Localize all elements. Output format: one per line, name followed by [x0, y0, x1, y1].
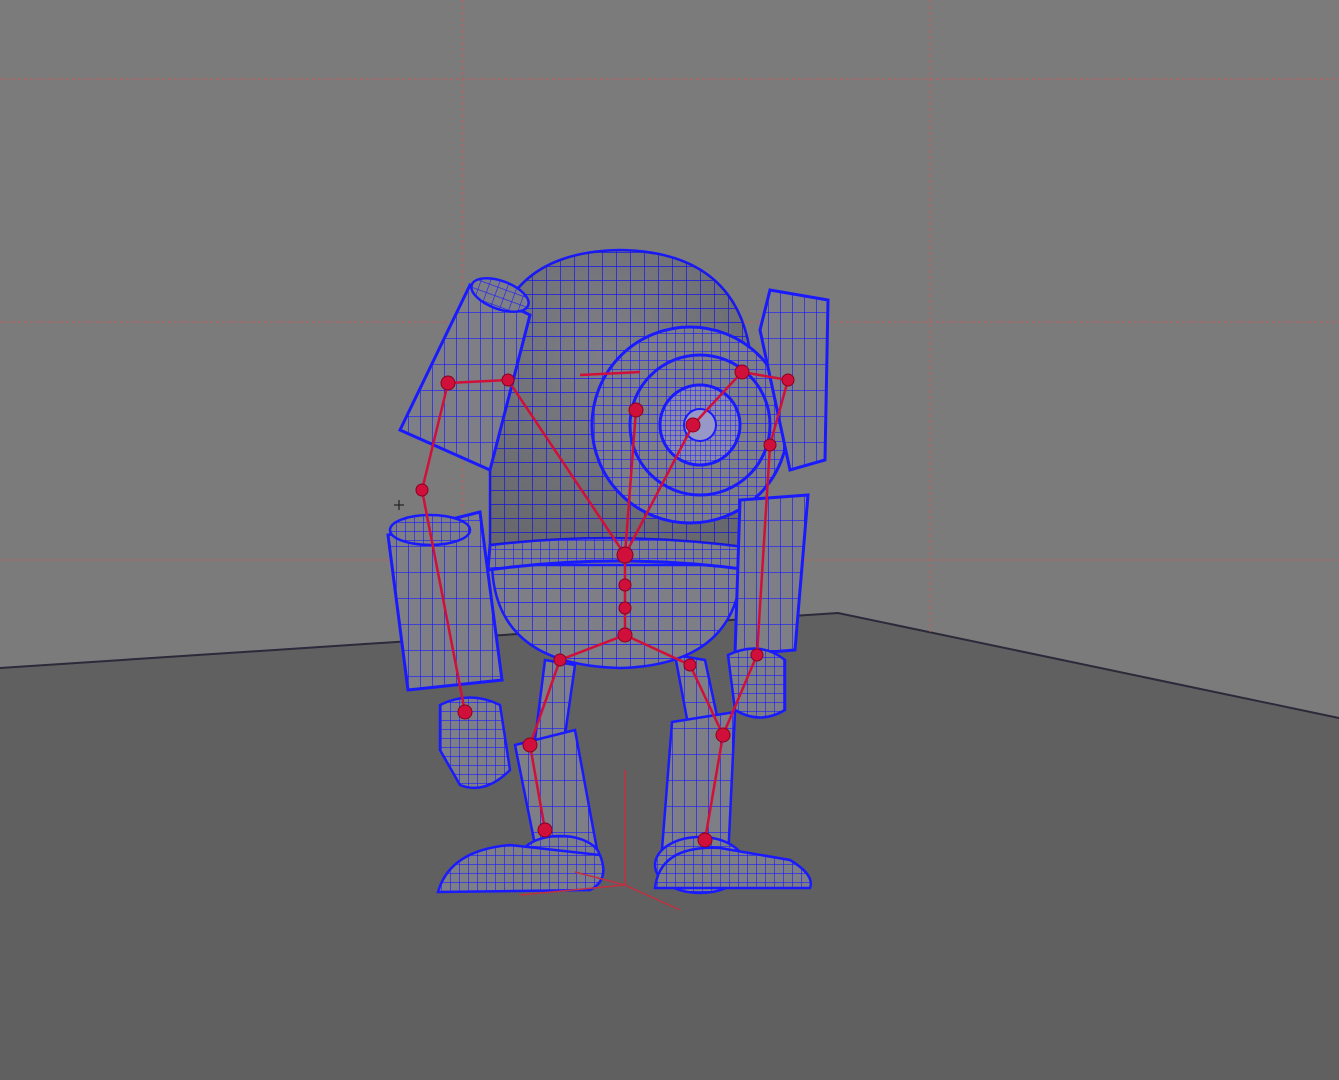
joint[interactable] [697, 832, 713, 848]
joint[interactable] [683, 658, 697, 672]
joint[interactable] [415, 483, 429, 497]
joint[interactable] [715, 727, 731, 743]
joint[interactable] [440, 375, 456, 391]
joint[interactable] [553, 653, 567, 667]
joint[interactable] [734, 364, 750, 380]
joint[interactable] [616, 546, 634, 564]
joint[interactable] [750, 648, 764, 662]
joint[interactable] [628, 402, 644, 418]
joint[interactable] [617, 627, 633, 643]
joint[interactable] [781, 373, 795, 387]
joint[interactable] [685, 417, 701, 433]
joint[interactable] [457, 704, 473, 720]
joint[interactable] [618, 601, 632, 615]
joint[interactable] [537, 822, 553, 838]
joint[interactable] [501, 373, 515, 387]
joint[interactable] [522, 737, 538, 753]
maya-3d-viewport[interactable] [0, 0, 1339, 1080]
joint[interactable] [763, 438, 777, 452]
joint[interactable] [618, 578, 632, 592]
